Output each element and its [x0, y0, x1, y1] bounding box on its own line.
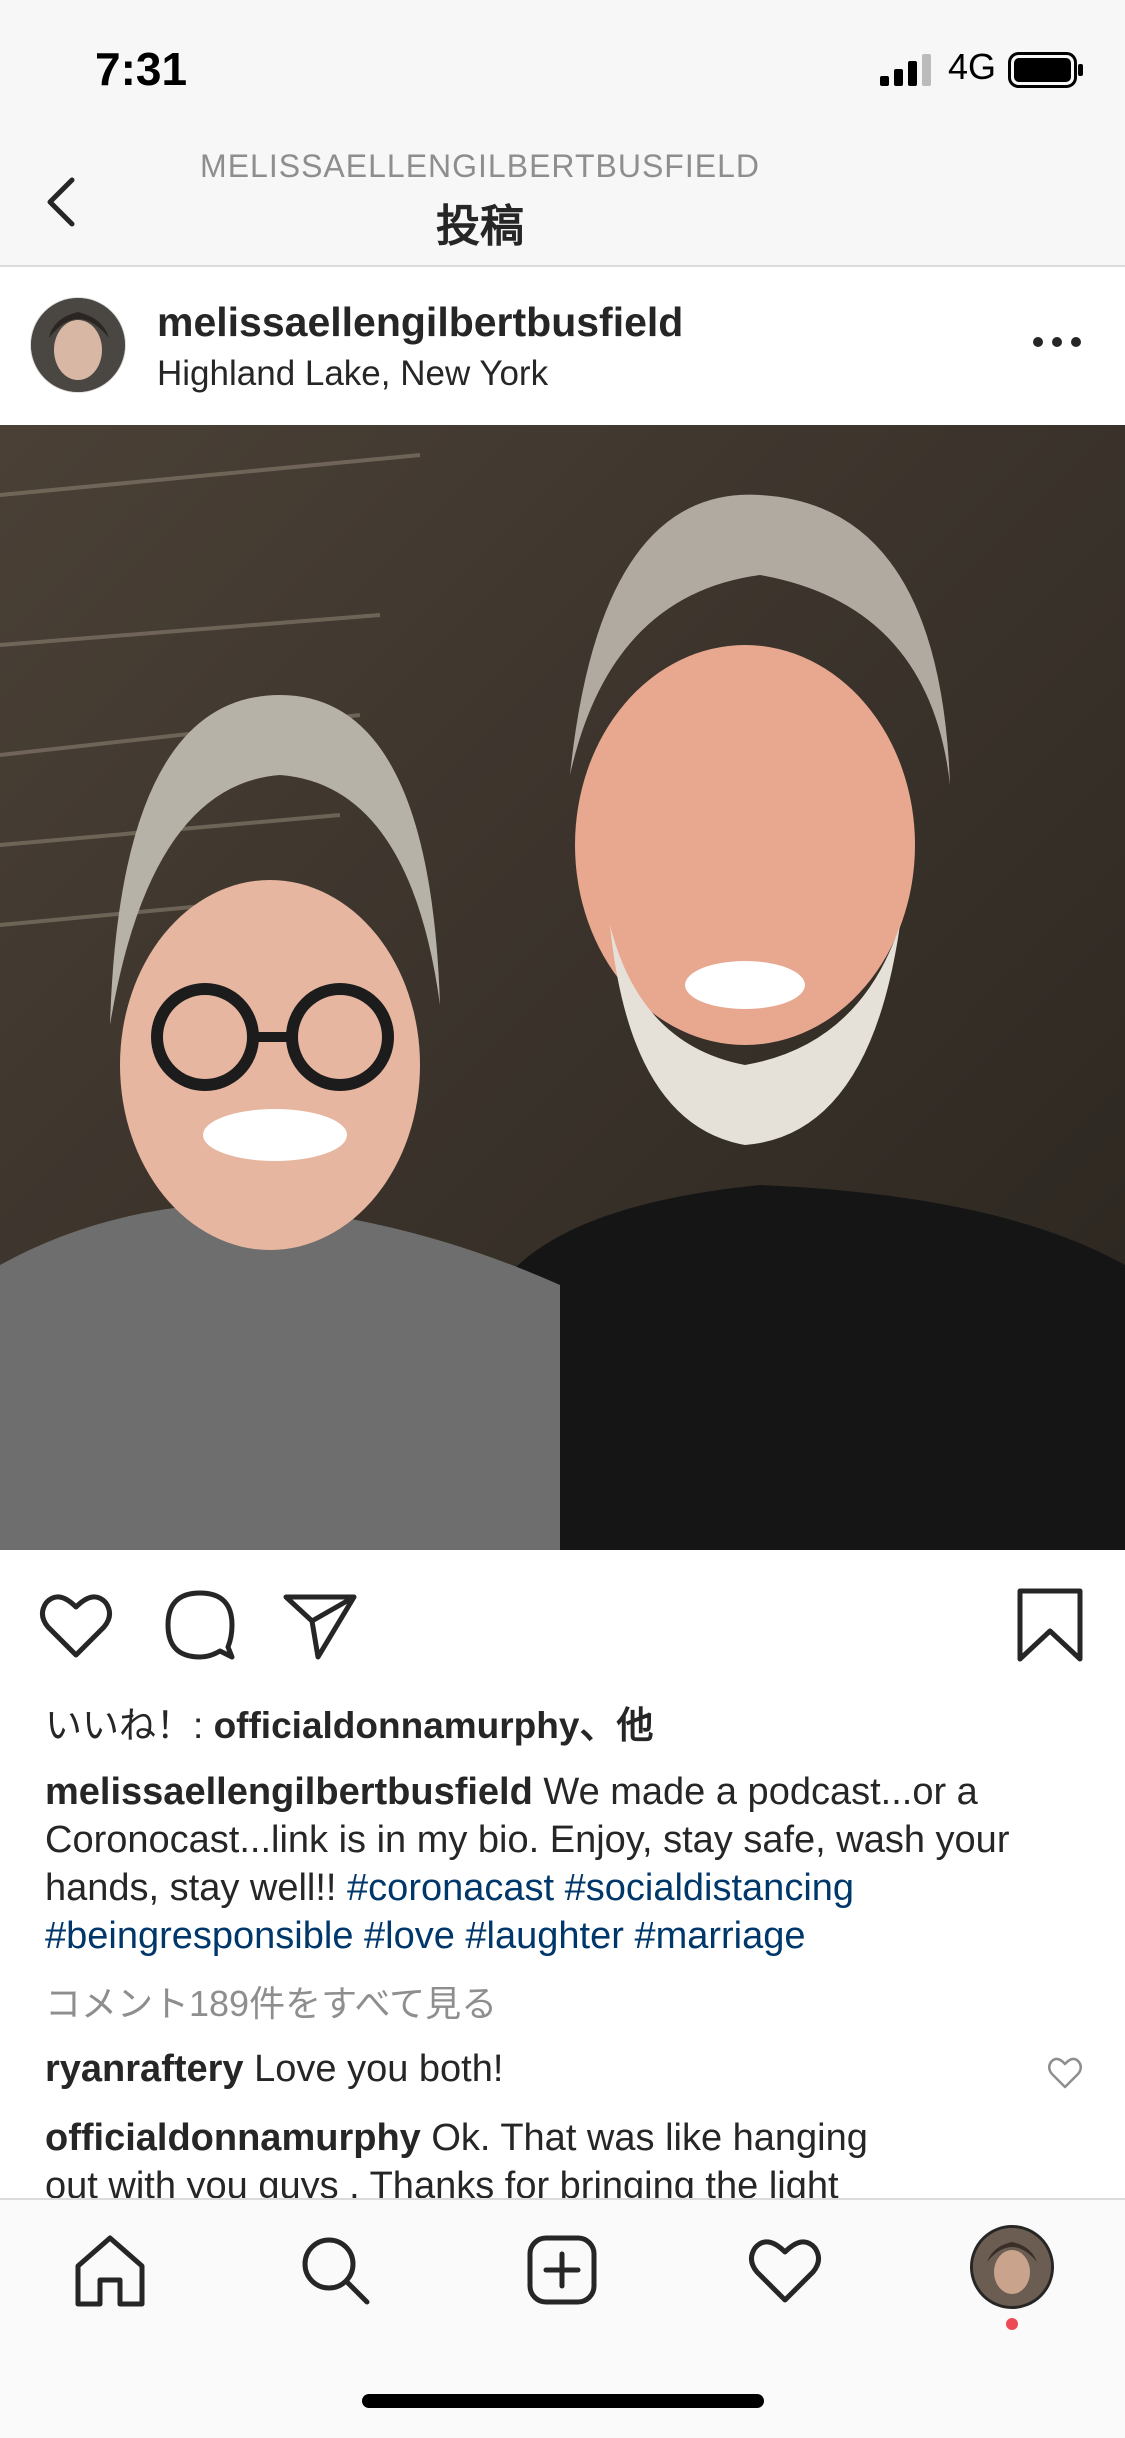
profile-avatar[interactable]: [970, 2225, 1054, 2309]
bookmark-icon[interactable]: [1010, 1585, 1090, 1665]
likes-user[interactable]: officialdonnamurphy: [214, 1705, 580, 1746]
cellular-signal-icon: [880, 54, 931, 86]
post-actions: [0, 1550, 1125, 1700]
more-horizontal-icon[interactable]: [1030, 327, 1084, 357]
comment-like-heart-icon[interactable]: [1047, 2055, 1083, 2091]
add-post-icon[interactable]: [522, 2230, 602, 2310]
hashtag[interactable]: #laughter: [465, 1915, 623, 1957]
comment-username[interactable]: officialdonnamurphy: [45, 2117, 421, 2159]
likes-suffix[interactable]: 、他: [579, 1705, 653, 1746]
status-bar: 7:31 4G: [0, 0, 1125, 140]
post-location[interactable]: Highland Lake, New York: [157, 354, 548, 394]
home-icon[interactable]: [70, 2230, 150, 2310]
avatar[interactable]: [30, 297, 126, 393]
likes-prefix: いいね！:: [45, 1705, 214, 1746]
avatar-image: [31, 298, 125, 392]
notification-dot: [1006, 2318, 1018, 2330]
post-photo[interactable]: [0, 425, 1125, 1550]
hashtag[interactable]: #socialdistancing: [565, 1867, 854, 1909]
paper-plane-icon[interactable]: [280, 1585, 360, 1665]
comment-item: officialdonnamurphy Ok. That was like ha…: [45, 2117, 1045, 2160]
search-icon[interactable]: [295, 2230, 375, 2310]
battery-icon: [1008, 52, 1083, 88]
hashtag[interactable]: #beingresponsible: [45, 1915, 353, 1957]
navigation-bar: MELISSAELLENGILBERTBUSFIELD 投稿: [0, 140, 1125, 267]
view-all-comments-link[interactable]: コメント189件をすべて見る: [45, 1975, 497, 2027]
post-caption: melissaellengilbertbusfield We made a po…: [45, 1768, 1095, 1960]
hashtag[interactable]: #coronacast: [347, 1867, 554, 1909]
likes-line: いいね！: officialdonnamurphy、他: [45, 1695, 653, 1749]
hashtag[interactable]: #marriage: [634, 1915, 805, 1957]
comment-text: Ok. That was like hanging: [420, 2117, 868, 2159]
post-header: melissaellengilbertbusfield Highland Lak…: [0, 267, 1125, 425]
activity-heart-icon[interactable]: [745, 2230, 825, 2310]
post-username[interactable]: melissaellengilbertbusfield: [157, 299, 683, 346]
home-indicator: [362, 2394, 764, 2408]
comment-icon[interactable]: [160, 1585, 240, 1665]
comment-text-continued: out with you guys . Thanks for bringing …: [45, 2165, 839, 2198]
profile-avatar-image: [973, 2228, 1051, 2306]
network-type: 4G: [948, 46, 997, 87]
comment-item: ryanraftery Love you both!: [45, 2048, 1045, 2091]
comment-username[interactable]: ryanraftery: [45, 2048, 244, 2090]
photo-image: [0, 425, 1125, 1550]
status-time: 7:31: [95, 43, 188, 95]
hashtag[interactable]: #love: [364, 1915, 455, 1957]
comment-text: Love you both!: [243, 2048, 504, 2090]
page-title: 投稿: [436, 202, 524, 251]
heart-icon[interactable]: [36, 1585, 116, 1665]
caption-username[interactable]: melissaellengilbertbusfield: [45, 1771, 533, 1813]
nav-subtitle: MELISSAELLENGILBERTBUSFIELD: [200, 148, 760, 184]
